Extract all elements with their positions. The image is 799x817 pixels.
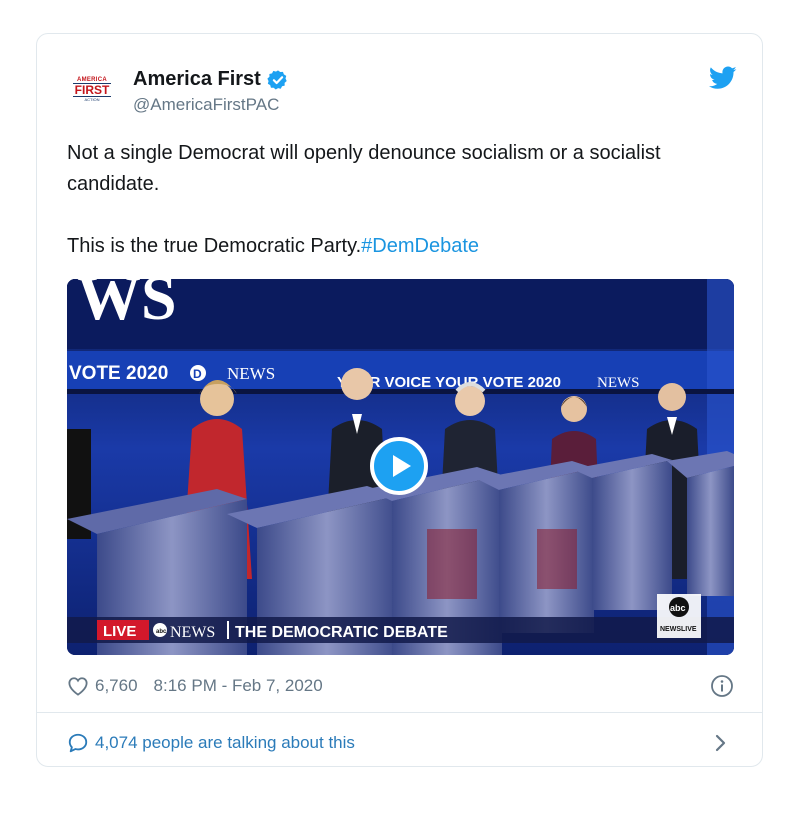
- like-count[interactable]: 6,760: [95, 676, 138, 696]
- bug-abc: abc: [670, 603, 686, 613]
- tweet-header: AMERICA FIRST ACTION America First @Amer…: [67, 64, 737, 114]
- tweet-card[interactable]: AMERICA FIRST ACTION America First @Amer…: [36, 33, 763, 767]
- hashtag-link[interactable]: #DemDebate: [361, 235, 479, 257]
- tweet-body: Not a single Democrat will openly denoun…: [67, 138, 727, 262]
- author-display-name[interactable]: America First: [133, 68, 261, 91]
- bug-newslive: NEWSLIVE: [660, 626, 697, 633]
- tweet-text-paragraph-2: This is the true Democratic Party.#DemDe…: [67, 231, 727, 262]
- svg-text:D: D: [193, 367, 202, 381]
- twitter-bird-icon[interactable]: [709, 66, 737, 90]
- chevron-right-icon[interactable]: [714, 734, 726, 752]
- avatar-text-line2: FIRST: [72, 82, 112, 97]
- reply-bubble-icon: [68, 733, 88, 753]
- tweet-meta: 6,760 8:16 PM - Feb 7, 2020: [67, 672, 734, 700]
- info-icon[interactable]: [710, 674, 734, 698]
- play-button[interactable]: [370, 437, 428, 495]
- tweet-text-paragraph-1: Not a single Democrat will openly denoun…: [67, 142, 661, 195]
- conversation-text[interactable]: 4,074 people are talking about this: [95, 733, 355, 753]
- svg-text:abc: abc: [156, 629, 167, 635]
- avatar-text-line3: ACTION: [84, 96, 100, 102]
- lower-third-network: NEWS: [170, 624, 215, 641]
- banner-right-news: NEWS: [597, 375, 640, 391]
- video-thumbnail[interactable]: WS VOTE 2020 D NEWS YOUR VOICE YOUR VOTE…: [67, 279, 734, 655]
- conversation-link[interactable]: 4,074 people are talking about this: [67, 728, 734, 758]
- play-icon: [392, 455, 411, 477]
- verified-badge-icon: [267, 69, 287, 90]
- banner-vote-2020: VOTE 2020: [69, 363, 168, 384]
- lower-third-live: LIVE: [103, 623, 136, 640]
- tweet-timestamp[interactable]: 8:16 PM - Feb 7, 2020: [154, 676, 323, 696]
- divider: [37, 712, 762, 713]
- lower-third-title: THE DEMOCRATIC DEBATE: [235, 624, 448, 641]
- heart-icon[interactable]: [67, 676, 89, 696]
- banner-left-news: NEWS: [227, 364, 275, 383]
- author-name-row[interactable]: America First: [133, 68, 289, 91]
- tweet-text-plain: This is the true Democratic Party.: [67, 235, 362, 257]
- author-handle[interactable]: @AmericaFirstPAC: [133, 95, 279, 115]
- banner-top-text: WS: [77, 279, 177, 333]
- avatar[interactable]: AMERICA FIRST ACTION: [67, 74, 117, 104]
